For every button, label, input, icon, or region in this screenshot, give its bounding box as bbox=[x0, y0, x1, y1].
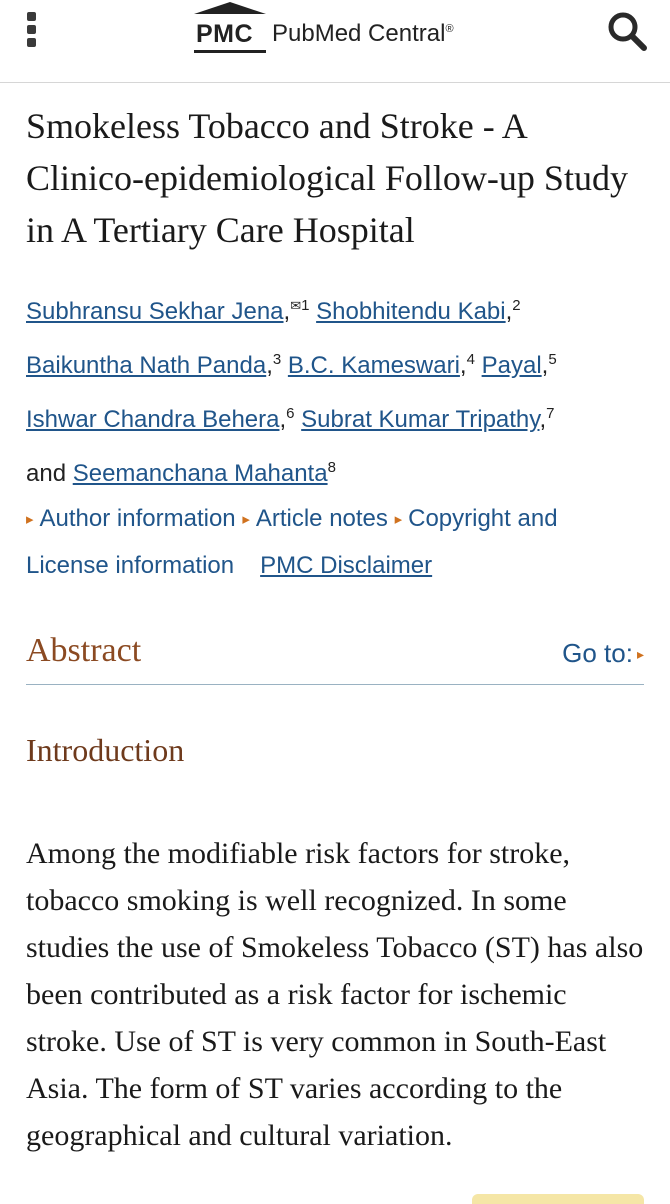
envelope-icon[interactable]: ✉ bbox=[290, 298, 301, 313]
expand-triangle-icon: ▸ bbox=[242, 511, 250, 528]
copyright-toggle-line2[interactable]: License information bbox=[26, 552, 234, 579]
abstract-header: Abstract Go to: ▸ bbox=[26, 632, 644, 685]
abstract-paragraph: Among the modifiable risk factors for st… bbox=[26, 837, 644, 1152]
expand-triangle-icon: ▸ bbox=[394, 511, 403, 528]
logo-abbrev: PMC bbox=[196, 20, 254, 48]
author-link[interactable]: Subhransu Sekhar Jena bbox=[26, 298, 284, 325]
pmc-logo-mark: PMC bbox=[190, 2, 270, 53]
article-info-links: ▸ Author information ▸ Article notes ▸ Copy… bbox=[26, 496, 656, 589]
floating-tab[interactable] bbox=[472, 1194, 644, 1204]
goto-triangle-icon: ▸ bbox=[636, 646, 644, 662]
and-text: and bbox=[26, 460, 67, 487]
article-notes-toggle[interactable]: Article notes bbox=[256, 505, 388, 532]
copyright-toggle[interactable]: Copyright and bbox=[408, 505, 557, 532]
top-bar: PMC PubMed Central® bbox=[0, 0, 670, 83]
article-title: Smokeless Tobacco and Stroke - A Clinico… bbox=[26, 106, 628, 250]
author-affil-sup: 3 bbox=[272, 351, 282, 368]
goto-label: Go to: bbox=[562, 638, 633, 668]
section-title: Introduction bbox=[26, 732, 185, 768]
pmc-logo[interactable]: PMC PubMed Central® bbox=[190, 0, 490, 60]
author-link[interactable]: Shobhitendu Kabi bbox=[316, 298, 506, 325]
search-icon[interactable] bbox=[604, 8, 650, 54]
author-affil-sup: 4 bbox=[466, 351, 475, 368]
author-affil-sup: 8 bbox=[327, 459, 336, 476]
author-link[interactable]: Payal bbox=[482, 352, 542, 379]
abstract-heading: Abstract bbox=[26, 632, 142, 669]
author-affil-sup: 5 bbox=[548, 351, 557, 368]
author-link[interactable]: Baikuntha Nath Panda bbox=[26, 352, 266, 379]
author-information-toggle[interactable]: Author information bbox=[40, 505, 236, 532]
author-link[interactable]: Seemanchana Mahanta bbox=[73, 460, 328, 487]
author-link[interactable]: Subrat Kumar Tripathy bbox=[301, 406, 539, 433]
logo-name: PubMed Central® bbox=[272, 20, 454, 47]
author-link[interactable]: B.C. Kameswari bbox=[288, 352, 460, 379]
author-affil-sup: 6 bbox=[286, 405, 295, 422]
author-list: Subhransu Sekhar Jena,✉1 Shobhitendu Kab… bbox=[26, 297, 557, 487]
author-affil-sup: 7 bbox=[546, 405, 555, 422]
author-link[interactable]: Ishwar Chandra Behera bbox=[26, 406, 279, 433]
pmc-disclaimer-link[interactable]: PMC Disclaimer bbox=[260, 552, 432, 579]
author-affil-sup: 1 bbox=[301, 297, 310, 314]
kebab-menu-icon[interactable] bbox=[24, 12, 40, 48]
expand-triangle-icon: ▸ bbox=[26, 511, 34, 528]
author-affil-sup: 2 bbox=[512, 297, 521, 314]
goto-menu[interactable]: Go to: ▸ bbox=[562, 638, 644, 669]
